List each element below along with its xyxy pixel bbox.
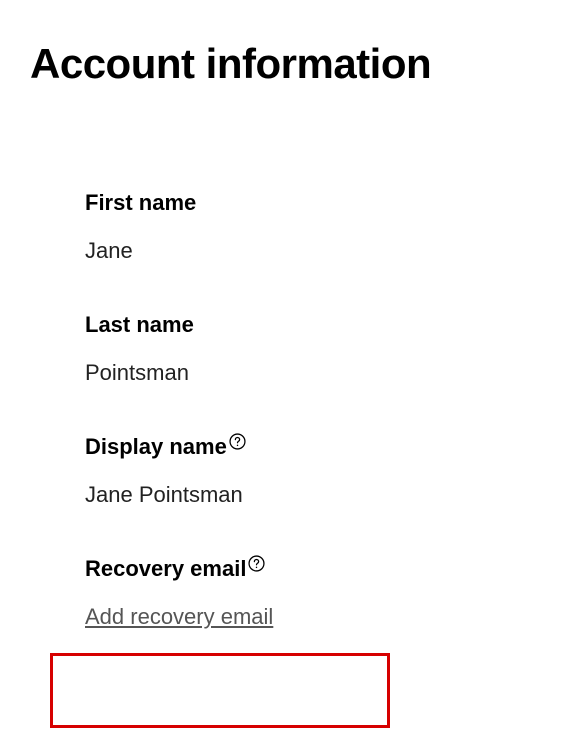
recovery-email-label: Recovery email xyxy=(85,556,273,582)
field-recovery-email: Recovery email Add recovery email xyxy=(85,556,273,630)
field-display-name: Display name Jane Pointsman xyxy=(85,434,273,508)
add-recovery-email-link[interactable]: Add recovery email xyxy=(85,604,273,630)
recovery-email-label-text: Recovery email xyxy=(85,556,246,582)
field-first-name: First name Jane xyxy=(85,190,273,264)
field-last-name: Last name Pointsman xyxy=(85,312,273,386)
first-name-value: Jane xyxy=(85,238,273,264)
help-icon[interactable] xyxy=(229,433,246,450)
account-fields: First name Jane Last name Pointsman Disp… xyxy=(85,190,273,630)
page-title: Account information xyxy=(30,40,431,88)
display-name-label-text: Display name xyxy=(85,434,227,460)
highlight-annotation xyxy=(50,653,390,728)
display-name-label: Display name xyxy=(85,434,273,460)
last-name-value: Pointsman xyxy=(85,360,273,386)
help-icon[interactable] xyxy=(248,555,265,572)
first-name-label: First name xyxy=(85,190,273,216)
last-name-label: Last name xyxy=(85,312,273,338)
display-name-value: Jane Pointsman xyxy=(85,482,273,508)
